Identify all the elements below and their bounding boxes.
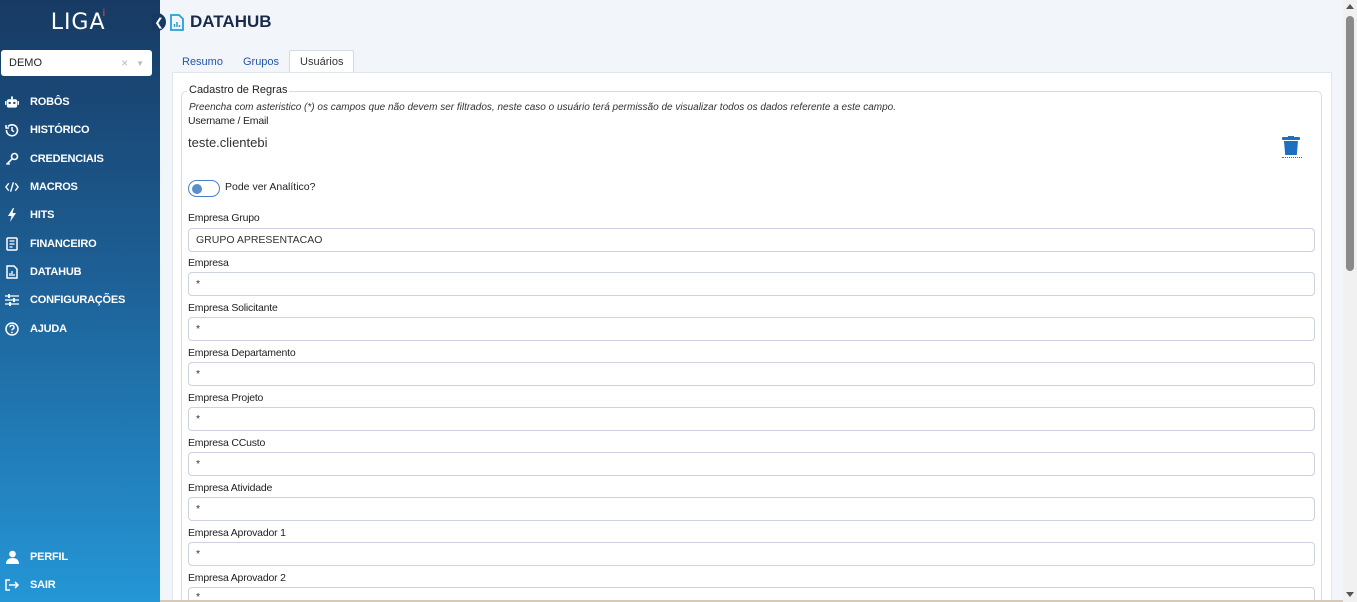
empresa-atividade-input[interactable]: * <box>188 497 1315 521</box>
scroll-thumb[interactable] <box>1346 16 1354 271</box>
empresa-grupo-input[interactable]: GRUPO APRESENTACAO <box>188 228 1315 252</box>
field-label-empresa-departamento: Empresa Departamento <box>188 347 296 359</box>
logo-text: LIGA <box>50 9 106 35</box>
sidebar-item-label: CREDENCIAIS <box>30 152 104 165</box>
history-icon <box>5 123 19 137</box>
code-icon <box>5 180 19 194</box>
analytic-toggle[interactable] <box>188 180 220 197</box>
page-scrollbar[interactable] <box>1343 0 1357 602</box>
sidebar-item-label: ROBÔS <box>30 96 70 109</box>
field-label-empresa-atividade: Empresa Atividade <box>188 482 273 494</box>
sidebar-item-historico[interactable]: HISTÓRICO <box>0 116 160 144</box>
logout-icon <box>5 578 19 592</box>
delete-button[interactable] <box>1282 136 1302 158</box>
sidebar: LIGA i DEMO × ▼ ROBÔS HISTÓRICO CREDENCIA… <box>0 0 160 602</box>
sidebar-item-label: DATAHUB <box>30 265 82 278</box>
field-label-empresa-grupo: Empresa Grupo <box>188 212 260 224</box>
sidebar-item-sair[interactable]: SAIR <box>0 571 160 599</box>
sidebar-item-label: AJUDA <box>30 322 67 335</box>
empresa-ccusto-input[interactable]: * <box>188 452 1315 476</box>
sidebar-item-label: HISTÓRICO <box>30 124 90 137</box>
chevron-down-icon[interactable]: ▼ <box>136 59 144 68</box>
sidebar-item-configuracoes[interactable]: CONFIGURAÇÕES <box>0 286 160 314</box>
tab-resumo[interactable]: Resumo <box>172 50 233 73</box>
sidebar-item-macros[interactable]: MACROS <box>0 173 160 201</box>
empresa-departamento-input[interactable]: * <box>188 362 1315 386</box>
sidebar-item-label: SAIR <box>30 579 56 592</box>
field-label-empresa-solicitante: Empresa Solicitante <box>188 302 278 314</box>
toggle-knob <box>192 184 202 194</box>
sidebar-item-label: MACROS <box>30 181 78 194</box>
bolt-icon <box>5 208 19 223</box>
field-label-empresa-ccusto: Empresa CCusto <box>188 437 266 449</box>
sidebar-item-robos[interactable]: ROBÔS <box>0 88 160 116</box>
field-label-empresa: Empresa <box>188 257 229 269</box>
rules-fieldset <box>181 91 1322 602</box>
field-label-empresa-aprovador-2: Empresa Aprovador 2 <box>188 572 286 584</box>
tab-usuarios[interactable]: Usuários <box>289 50 355 73</box>
empresa-input[interactable]: * <box>188 272 1315 296</box>
logo-mark: i <box>102 7 107 19</box>
sidebar-item-hits[interactable]: HITS <box>0 201 160 229</box>
user-icon <box>5 550 19 565</box>
sidebar-item-datahub[interactable]: DATAHUB <box>0 258 160 286</box>
scroll-up-arrow-icon[interactable] <box>1346 4 1354 9</box>
page-title: DATAHUB <box>170 12 272 32</box>
sidebar-item-perfil[interactable]: PERFIL <box>0 543 160 571</box>
fieldset-legend: Cadastro de Regras <box>187 84 290 96</box>
empresa-projeto-input[interactable]: * <box>188 407 1315 431</box>
sidebar-collapse-button[interactable]: ❮ <box>152 13 166 31</box>
sidebar-bottom-menu: PERFIL SAIR <box>0 543 160 600</box>
logo[interactable]: LIGA i <box>0 0 160 44</box>
scroll-down-arrow-icon[interactable] <box>1346 592 1354 597</box>
key-icon <box>5 152 19 166</box>
robot-icon <box>5 95 19 109</box>
sidebar-item-label: FINANCEIRO <box>30 237 97 250</box>
form-hint: Preencha com asteristico (*) os campos q… <box>189 102 897 113</box>
username-label: Username / Email <box>188 115 269 127</box>
empresa-aprovador-2-input[interactable]: * <box>188 587 1315 602</box>
field-label-empresa-projeto: Empresa Projeto <box>188 392 264 404</box>
empresa-aprovador-1-input[interactable]: * <box>188 542 1315 566</box>
file-chart-icon <box>170 13 184 31</box>
tenant-select-value: DEMO <box>9 57 42 69</box>
page-title-text: DATAHUB <box>190 12 272 31</box>
tab-grupos[interactable]: Grupos <box>233 50 289 73</box>
file-chart-icon <box>5 265 19 279</box>
sidebar-menu: ROBÔS HISTÓRICO CREDENCIAIS MACROS HITS <box>0 88 160 343</box>
sidebar-item-label: CONFIGURAÇÕES <box>30 294 126 307</box>
tenant-select[interactable]: DEMO × ▼ <box>1 50 152 76</box>
sliders-icon <box>5 293 19 307</box>
trash-icon <box>1282 136 1300 160</box>
sidebar-item-ajuda[interactable]: AJUDA <box>0 314 160 342</box>
empresa-solicitante-input[interactable]: * <box>188 317 1315 341</box>
username-value: teste.clientebi <box>188 135 268 150</box>
chevron-left-icon: ❮ <box>154 16 164 29</box>
tab-bar: Resumo Grupos Usuários <box>172 50 355 73</box>
help-icon <box>5 321 19 336</box>
invoice-icon <box>5 236 19 251</box>
sidebar-item-label: HITS <box>30 209 55 222</box>
sidebar-item-credenciais[interactable]: CREDENCIAIS <box>0 145 160 173</box>
analytic-toggle-label: Pode ver Analítico? <box>225 181 316 193</box>
field-label-empresa-aprovador-1: Empresa Aprovador 1 <box>188 527 286 539</box>
sidebar-item-financeiro[interactable]: FINANCEIRO <box>0 229 160 257</box>
clear-icon[interactable]: × <box>121 56 128 70</box>
sidebar-item-label: PERFIL <box>30 551 68 564</box>
